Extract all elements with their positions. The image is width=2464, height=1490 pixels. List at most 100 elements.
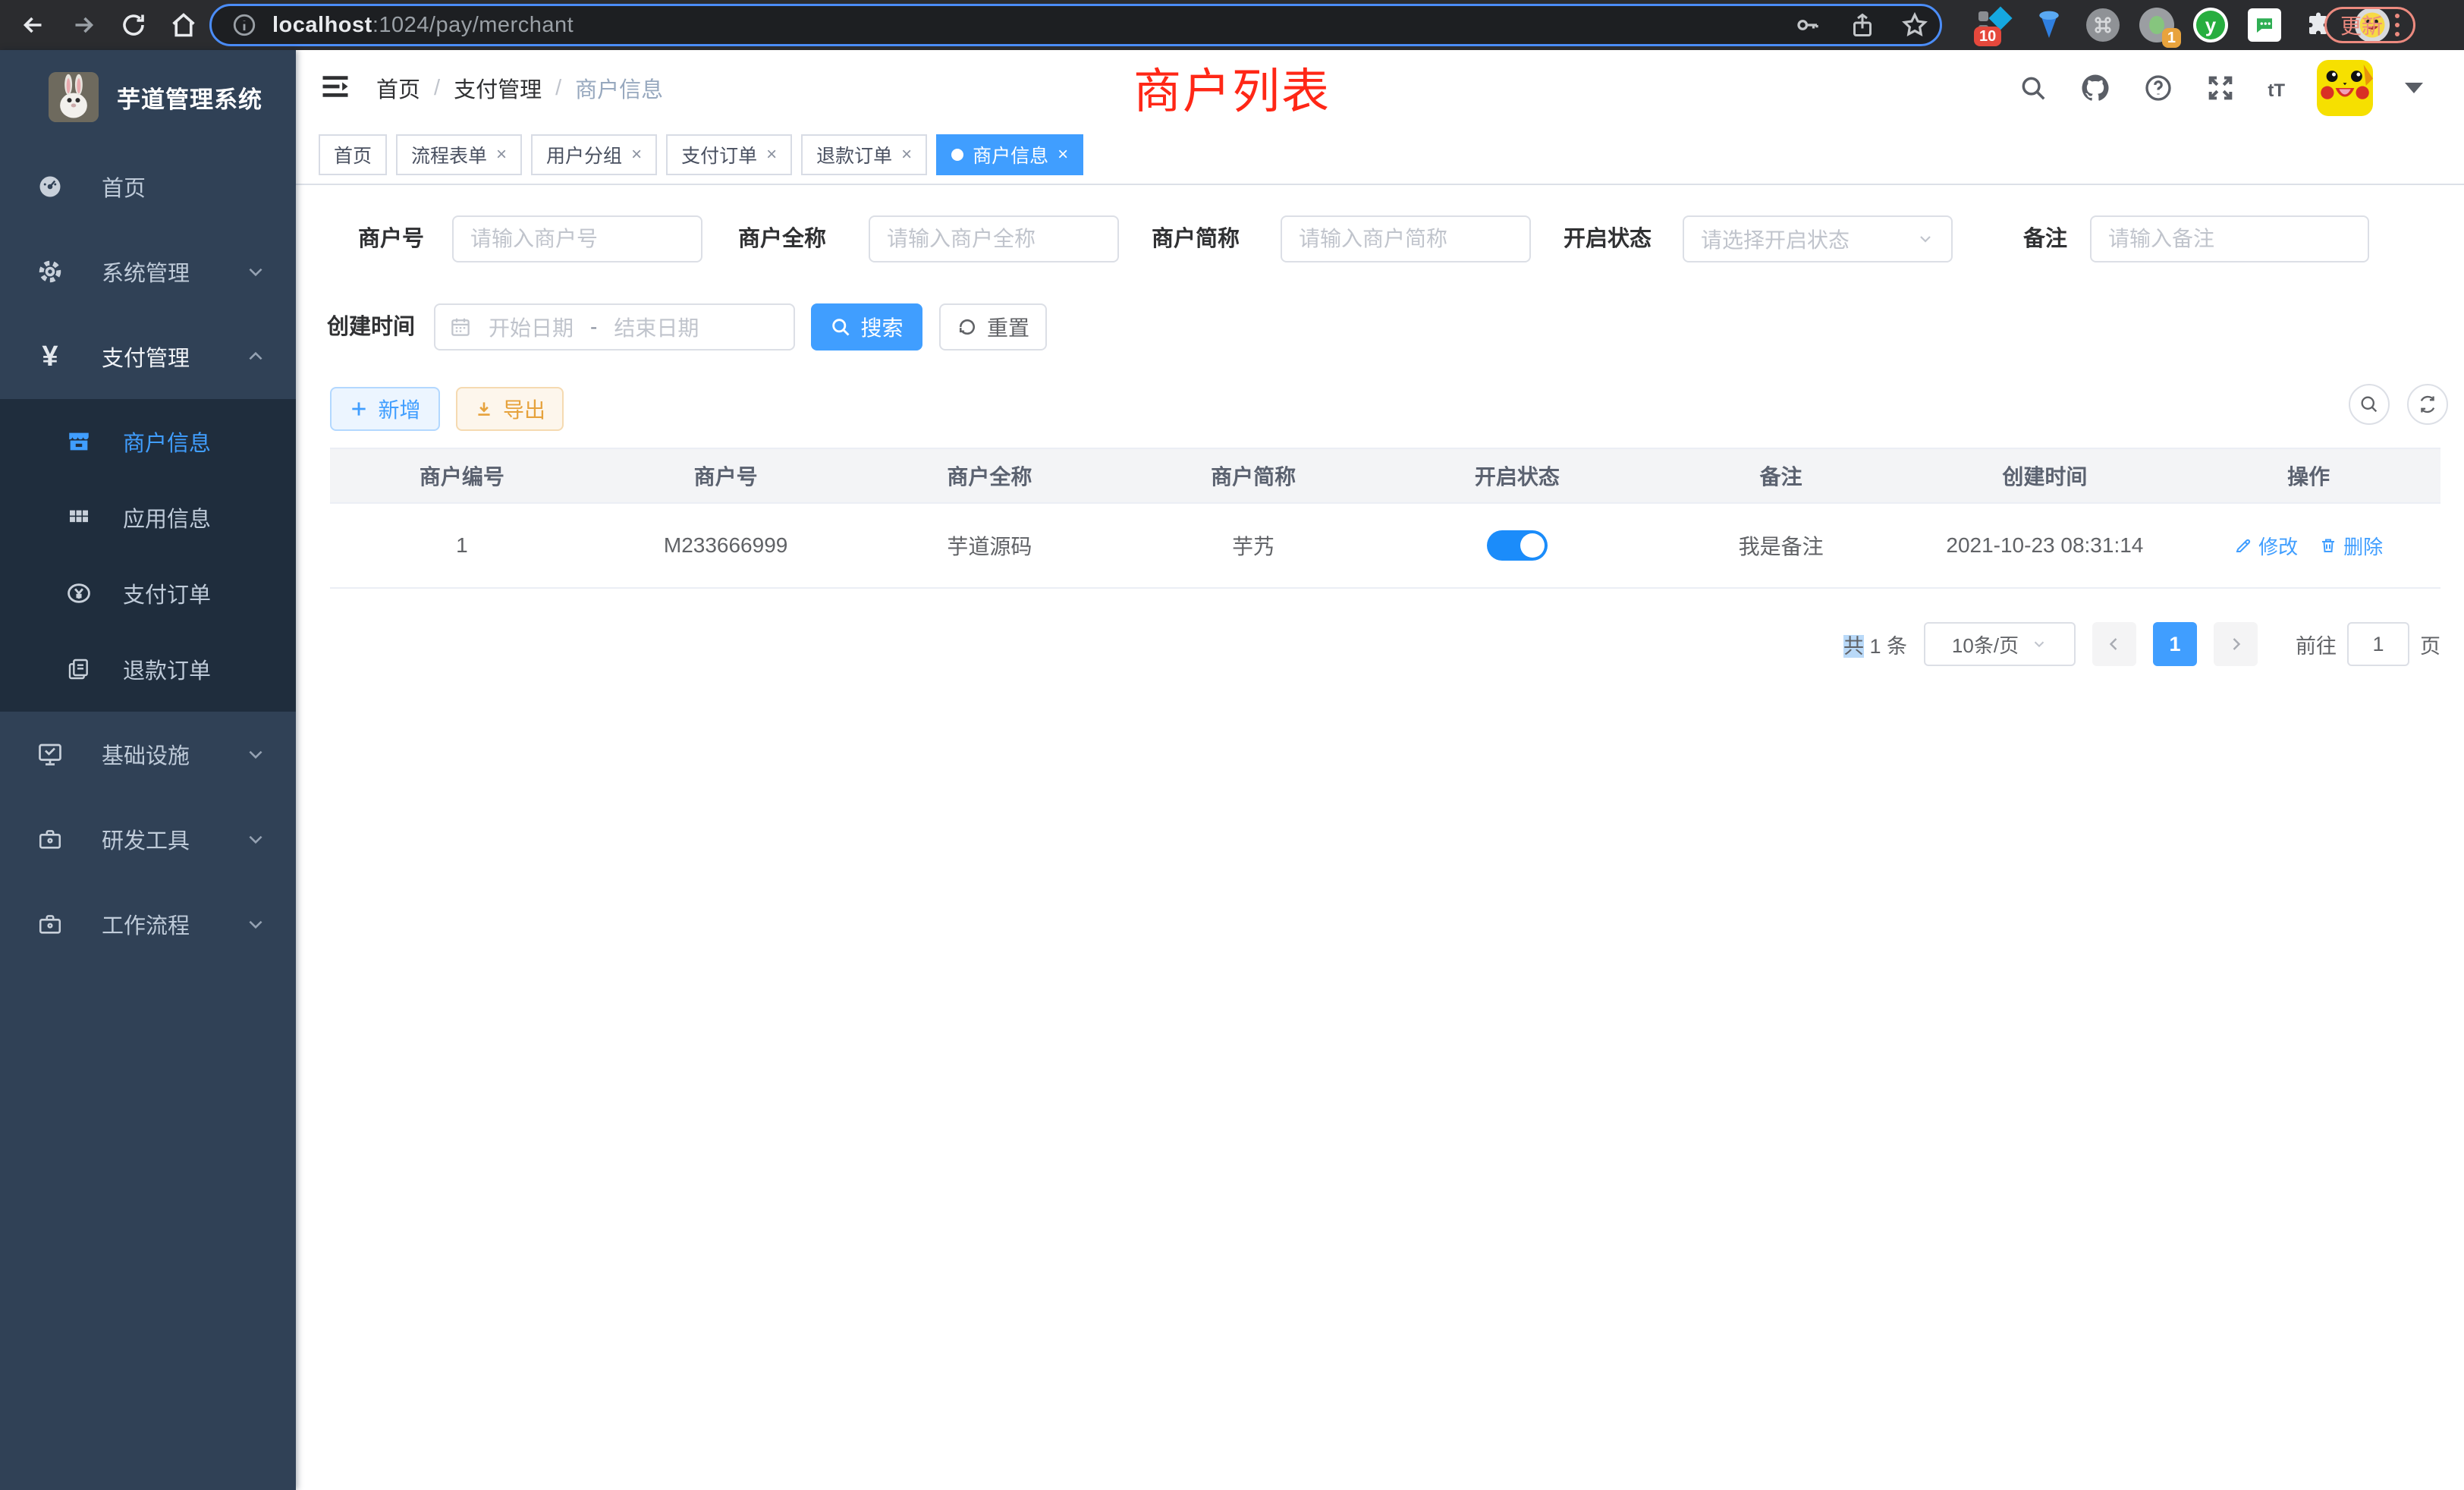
status-toggle-on[interactable]	[1487, 530, 1548, 561]
cell-remark: 我是备注	[1649, 530, 1913, 561]
export-button[interactable]: 导出	[456, 387, 564, 431]
tab-process-form[interactable]: 流程表单×	[396, 134, 522, 175]
remark-input[interactable]	[2090, 215, 2369, 262]
fullscreen-icon[interactable]	[2205, 73, 2236, 103]
sidebar-item-devtools[interactable]: 研发工具	[0, 797, 296, 882]
back-icon[interactable]	[17, 8, 50, 42]
font-size-icon[interactable]: tT	[2268, 74, 2285, 102]
cell-short-name: 芋艿	[1121, 530, 1385, 561]
sidebar-item-label: 基础设施	[102, 738, 190, 770]
sidebar-item-system[interactable]: 系统管理	[0, 229, 296, 314]
share-icon[interactable]	[1849, 6, 1876, 44]
next-page-button[interactable]	[2214, 622, 2258, 666]
tab-merchant-info-active[interactable]: 商户信息×	[936, 134, 1083, 175]
page-1-button[interactable]: 1	[2153, 622, 2197, 666]
close-icon[interactable]: ×	[766, 144, 777, 165]
sidebar-item-label: 支付订单	[123, 577, 211, 609]
bookmark-star-icon[interactable]	[1900, 6, 1929, 44]
sidebar-item-payment[interactable]: ¥ 支付管理	[0, 314, 296, 399]
help-icon[interactable]	[2143, 73, 2173, 103]
delete-link[interactable]: 删除	[2319, 532, 2383, 560]
app-title: 芋道管理系统	[117, 80, 262, 115]
start-date-placeholder[interactable]: 开始日期	[489, 312, 574, 342]
chevron-up-icon	[246, 347, 266, 366]
breadcrumb-home[interactable]: 首页	[376, 72, 420, 104]
close-icon[interactable]: ×	[901, 144, 912, 165]
payment-submenu: 商户信息 应用信息 支付订单 退款订单	[0, 399, 296, 712]
home-icon[interactable]	[167, 8, 200, 42]
yen-icon: ¥	[35, 341, 65, 373]
tab-home[interactable]: 首页	[319, 134, 387, 175]
extension-gem-icon[interactable]	[2031, 7, 2067, 43]
sidebar-item-app-info[interactable]: 应用信息	[0, 479, 296, 555]
extension-command-icon[interactable]	[2085, 7, 2121, 43]
end-date-placeholder[interactable]: 结束日期	[614, 312, 699, 342]
github-icon[interactable]	[2079, 72, 2111, 104]
sidebar-item-merchant-info[interactable]: 商户信息	[0, 404, 296, 479]
sidebar-item-label: 工作流程	[102, 908, 190, 940]
browser-menu-dots-icon[interactable]	[2395, 14, 2400, 36]
avatar-caret-icon[interactable]	[2405, 83, 2423, 93]
sidebar-item-workflow[interactable]: 工作流程	[0, 882, 296, 967]
filter-label-remark: 备注	[2023, 215, 2067, 262]
toolbox-icon	[35, 911, 65, 937]
app-logo-row[interactable]: 芋道管理系统	[0, 50, 296, 144]
goto-page-input[interactable]	[2347, 622, 2409, 666]
short-name-input[interactable]	[1281, 215, 1531, 262]
search-button[interactable]: 搜索	[811, 303, 922, 350]
sidebar-item-infra[interactable]: 基础设施	[0, 712, 296, 797]
forward-icon[interactable]	[67, 8, 100, 42]
active-dot-icon	[951, 149, 963, 161]
table-search-toggle-button[interactable]	[2349, 384, 2390, 425]
prev-page-button[interactable]	[2092, 622, 2136, 666]
close-icon[interactable]: ×	[496, 144, 507, 165]
tab-refund-order[interactable]: 退款订单×	[801, 134, 927, 175]
breadcrumb: 首页 / 支付管理 / 商户信息	[376, 50, 663, 126]
site-info-icon[interactable]	[231, 12, 257, 38]
sidebar-item-refund-order[interactable]: 退款订单	[0, 631, 296, 707]
breadcrumb-payment[interactable]: 支付管理	[454, 72, 542, 104]
sidebar-fold-icon[interactable]	[319, 70, 352, 103]
chevron-down-icon	[246, 829, 266, 849]
chevron-down-icon	[246, 262, 266, 281]
date-range-picker[interactable]: 开始日期 - 结束日期	[434, 303, 795, 350]
full-name-input[interactable]	[869, 215, 1119, 262]
reload-icon[interactable]	[117, 8, 150, 42]
search-icon[interactable]	[2019, 74, 2048, 102]
tab-pay-order[interactable]: 支付订单×	[666, 134, 792, 175]
reset-button[interactable]: 重置	[939, 303, 1047, 350]
close-icon[interactable]: ×	[1058, 144, 1068, 165]
table-refresh-button[interactable]	[2407, 384, 2448, 425]
filter-label-status: 开启状态	[1564, 215, 1652, 262]
status-select[interactable]: 请选择开启状态	[1683, 215, 1953, 262]
annotation-title: 商户列表	[1133, 53, 1331, 122]
shop-icon	[64, 429, 94, 454]
password-key-icon[interactable]	[1794, 6, 1821, 44]
sidebar-item-label: 退款订单	[123, 653, 211, 685]
close-icon[interactable]: ×	[631, 144, 642, 165]
url-bar[interactable]: localhost:1024/pay/merchant	[209, 4, 1942, 46]
tab-user-group[interactable]: 用户分组×	[531, 134, 657, 175]
sidebar-item-label: 商户信息	[123, 426, 211, 457]
add-button[interactable]: 新增	[330, 387, 440, 431]
extension-chat-icon[interactable]	[2246, 7, 2283, 43]
sidebar-item-home[interactable]: 首页	[0, 144, 296, 229]
user-avatar[interactable]	[2317, 60, 2373, 116]
edit-link[interactable]: 修改	[2234, 532, 2298, 560]
toolbox-icon	[35, 826, 65, 852]
sidebar-item-label: 系统管理	[102, 256, 190, 288]
table-header-row: 商户编号 商户号 商户全称 商户简称 开启状态 备注 创建时间 操作	[330, 449, 2440, 504]
select-caret-icon	[2031, 636, 2048, 652]
extension-avatar-icon[interactable]: 1	[2139, 7, 2175, 43]
sidebar-item-pay-order[interactable]: 支付订单	[0, 555, 296, 631]
filter-label-full-name: 商户全称	[738, 215, 826, 262]
page-size-select[interactable]: 10条/页	[1924, 622, 2076, 666]
merchant-no-input[interactable]	[452, 215, 702, 262]
cell-created-at: 2021-10-23 08:31:14	[1913, 533, 2177, 558]
yen-circle-icon	[64, 580, 94, 606]
extension-blue-diamond-icon[interactable]: 10	[1977, 7, 2013, 43]
browser-update-button[interactable]: 更新	[2324, 7, 2415, 43]
sidebar-item-label: 首页	[102, 171, 146, 203]
extension-y-icon[interactable]: y	[2192, 7, 2229, 43]
calendar-icon	[449, 316, 472, 338]
